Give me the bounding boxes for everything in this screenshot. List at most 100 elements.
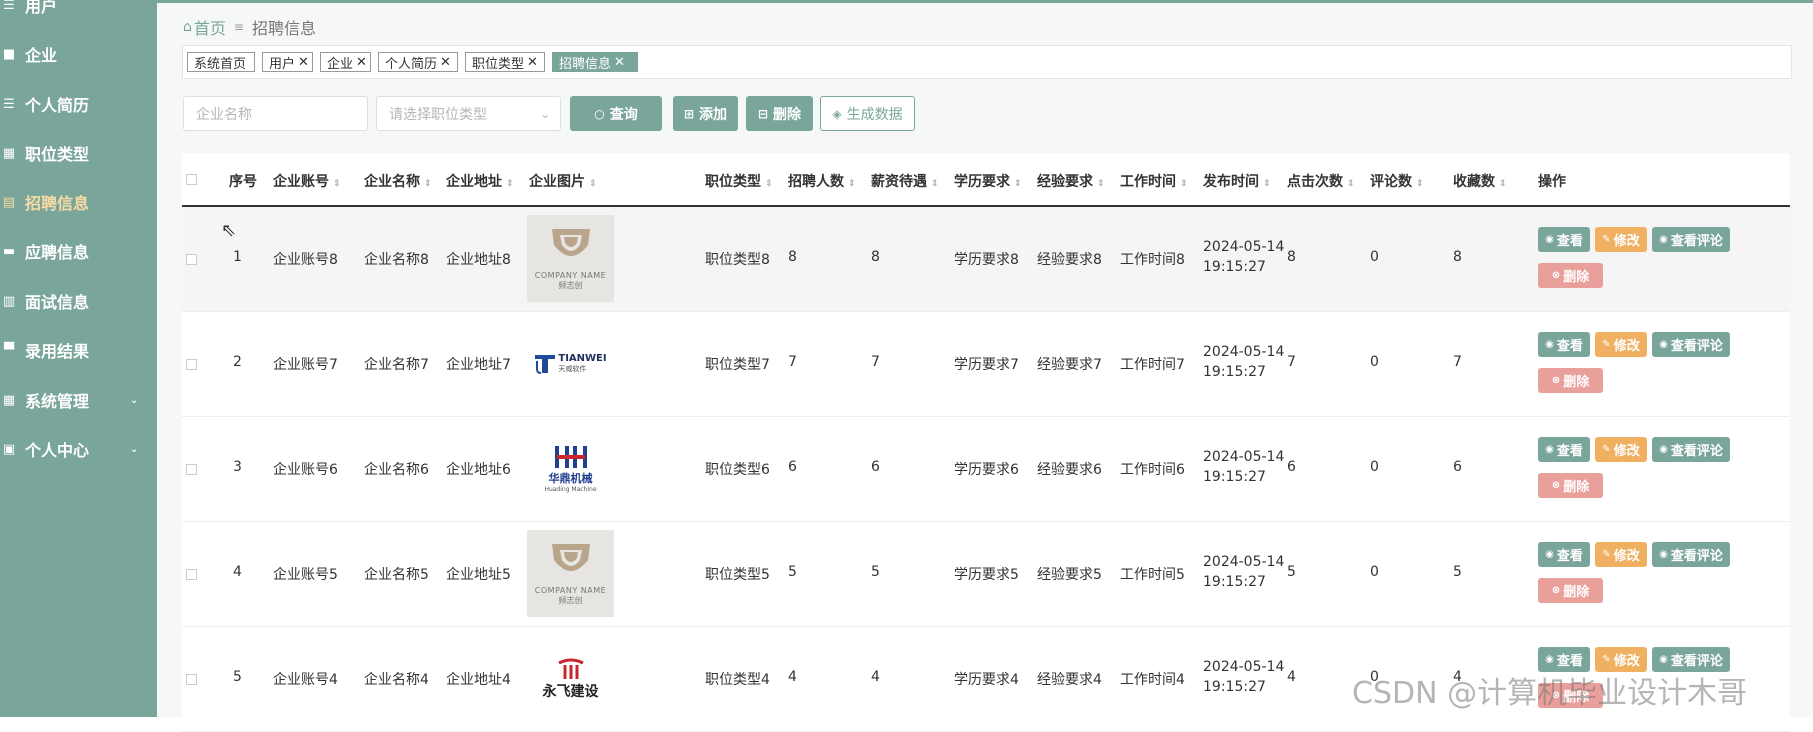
view-button[interactable]: ◉ 查看	[1538, 437, 1590, 462]
job-type-select[interactable]: 请选择职位类型 ⌄	[376, 96, 561, 131]
cell-education: 学历要求5	[954, 567, 1019, 583]
header-image[interactable]: 企业图片 ⇕	[529, 171, 597, 191]
sort-icon: ⇕	[589, 179, 597, 189]
header-education[interactable]: 学历要求 ⇕	[954, 171, 1022, 191]
tab-company[interactable]: 企业 ✕	[320, 52, 371, 72]
add-button[interactable]: ⊞ 添加	[673, 96, 738, 131]
header-comments[interactable]: 评论数 ⇕	[1370, 171, 1424, 191]
grid-icon: ▦	[2, 145, 16, 161]
sidebar-item-interview[interactable]: ▥ 面试信息	[0, 286, 157, 316]
sidebar-item-hire-result[interactable]: ▀ 录用结果	[0, 335, 157, 365]
generate-data-button[interactable]: ◈ 生成数据	[820, 96, 915, 131]
tab-resume[interactable]: 个人简历 ✕	[378, 52, 458, 72]
tab-home[interactable]: 系统首页	[187, 52, 255, 72]
view-comments-button[interactable]: ◉ 查看评论	[1652, 437, 1730, 462]
close-icon[interactable]: ✕	[298, 55, 309, 70]
edit-button[interactable]: ✎ 修改	[1595, 437, 1647, 462]
select-all-checkbox[interactable]	[186, 174, 197, 185]
header-account[interactable]: 企业账号 ⇕	[273, 171, 341, 191]
view-button[interactable]: ◉ 查看	[1538, 332, 1590, 357]
sidebar-item-system[interactable]: ▦ 系统管理 ⌄	[0, 385, 157, 415]
company-logo: 华鼎机械 Huading Machine	[527, 425, 614, 512]
chat-icon: ▬	[2, 243, 16, 259]
close-icon[interactable]: ✕	[440, 55, 451, 70]
cell-count: 5	[788, 564, 797, 580]
tab-job-type[interactable]: 职位类型 ✕	[465, 52, 545, 72]
sort-icon: ⇕	[931, 179, 939, 189]
logo-subtext: 频志创	[558, 280, 583, 290]
header-publish-time[interactable]: 发布时间 ⇕	[1203, 171, 1271, 191]
sidebar-item-recruitment[interactable]: ▤ 招聘信息	[0, 187, 157, 217]
edit-button[interactable]: ✎ 修改	[1595, 332, 1647, 357]
header-worktime[interactable]: 工作时间 ⇕	[1120, 171, 1188, 191]
cell-comments: 0	[1370, 564, 1379, 580]
cell-education: 学历要求7	[954, 357, 1019, 373]
sidebar-item-personal[interactable]: ▣ 个人中心 ⌄	[0, 434, 157, 464]
list-icon: ☰	[3, 0, 15, 13]
delete-row-button[interactable]: ⊗ 删除	[1538, 473, 1603, 498]
view-comments-button[interactable]: ◉ 查看评论	[1652, 332, 1730, 357]
header-favorites[interactable]: 收藏数 ⇕	[1453, 171, 1507, 191]
view-button[interactable]: ◉ 查看	[1538, 542, 1590, 567]
breadcrumb-home[interactable]: 首页	[194, 15, 226, 39]
view-button[interactable]: ◉ 查看	[1538, 227, 1590, 252]
cell-name: 企业名称5	[364, 567, 429, 583]
edit-icon: ✎	[1602, 234, 1611, 245]
view-comments-button[interactable]: ◉ 查看评论	[1652, 227, 1730, 252]
sort-icon: ⇕	[848, 179, 856, 189]
edit-button[interactable]: ✎ 修改	[1595, 542, 1647, 567]
huading-logo-icon	[554, 446, 587, 468]
header-count[interactable]: 招聘人数 ⇕	[788, 171, 856, 191]
close-icon[interactable]: ✕	[614, 55, 625, 70]
edit-button[interactable]: ✎ 修改	[1595, 227, 1647, 252]
header-job-type[interactable]: 职位类型 ⇕	[705, 171, 773, 191]
tab-recruitment[interactable]: 招聘信息 ✕	[552, 52, 638, 72]
sidebar-item-company[interactable]: ■ 企业	[0, 39, 157, 69]
tab-bar: 系统首页 用户 ✕ 企业 ✕ 个人简历 ✕ 职位类型 ✕ 招聘信息 ✕	[182, 45, 1792, 79]
view-comments-button[interactable]: ◉ 查看评论	[1652, 542, 1730, 567]
sidebar-item-label: 应聘信息	[25, 243, 90, 262]
row-checkbox[interactable]	[186, 464, 197, 475]
header-address[interactable]: 企业地址 ⇕	[446, 171, 514, 191]
chevron-down-icon: ⌄	[130, 394, 139, 406]
header-name[interactable]: 企业名称 ⇕	[364, 171, 432, 191]
sort-icon: ⇕	[1180, 179, 1188, 189]
header-experience[interactable]: 经验要求 ⇕	[1037, 171, 1105, 191]
cell-education: 学历要求6	[954, 462, 1019, 478]
header-clicks[interactable]: 点击次数 ⇕	[1287, 171, 1355, 191]
plus-square-icon: ⊞	[683, 106, 695, 121]
tab-label: 用户	[269, 56, 296, 72]
header-salary[interactable]: 薪资待遇 ⇕	[871, 171, 939, 191]
delete-button[interactable]: ⊟ 删除	[746, 96, 813, 131]
breadcrumb-current: 招聘信息	[251, 19, 316, 38]
table-row: 1 企业账号8 企业名称8 企业地址8 COMPANY NAME 频志创 职位类…	[182, 207, 1790, 312]
sidebar-item-application[interactable]: ▬ 应聘信息	[0, 236, 157, 266]
sidebar-item-job-type[interactable]: ▦ 职位类型	[0, 138, 157, 168]
row-checkbox[interactable]	[186, 254, 197, 265]
cell-education: 学历要求4	[954, 672, 1019, 688]
close-icon[interactable]: ✕	[356, 55, 367, 70]
delete-row-button[interactable]: ⊗ 删除	[1538, 263, 1603, 288]
cell-count: 7	[788, 354, 797, 370]
cell-publish-date: 2024-05-14	[1203, 554, 1285, 570]
sidebar-item-user[interactable]: ☰ 用户	[0, 0, 157, 20]
sort-icon: ⇕	[1347, 179, 1355, 189]
row-checkbox[interactable]	[186, 359, 197, 370]
chevron-down-icon: ⌄	[539, 106, 550, 121]
cell-address: 企业地址8	[446, 252, 511, 268]
query-button[interactable]: ○ 查询	[570, 96, 662, 131]
delete-row-button[interactable]: ⊗ 删除	[1538, 368, 1603, 393]
cell-count: 4	[788, 669, 797, 685]
close-icon[interactable]: ✕	[527, 55, 538, 70]
company-name-input[interactable]: 企业名称	[183, 96, 368, 131]
cell-count: 8	[788, 249, 797, 265]
sidebar-item-resume[interactable]: ☰ 个人简历	[0, 89, 157, 119]
tab-user[interactable]: 用户 ✕	[262, 52, 313, 72]
cell-no: 3	[233, 459, 242, 475]
layers-icon: ◈	[832, 106, 842, 121]
row-checkbox[interactable]	[186, 569, 197, 580]
cell-publish-time: 19:15:27	[1203, 574, 1266, 590]
row-checkbox[interactable]	[186, 674, 197, 685]
delete-row-button[interactable]: ⊗ 删除	[1538, 578, 1603, 603]
cell-no: 4	[233, 564, 242, 580]
